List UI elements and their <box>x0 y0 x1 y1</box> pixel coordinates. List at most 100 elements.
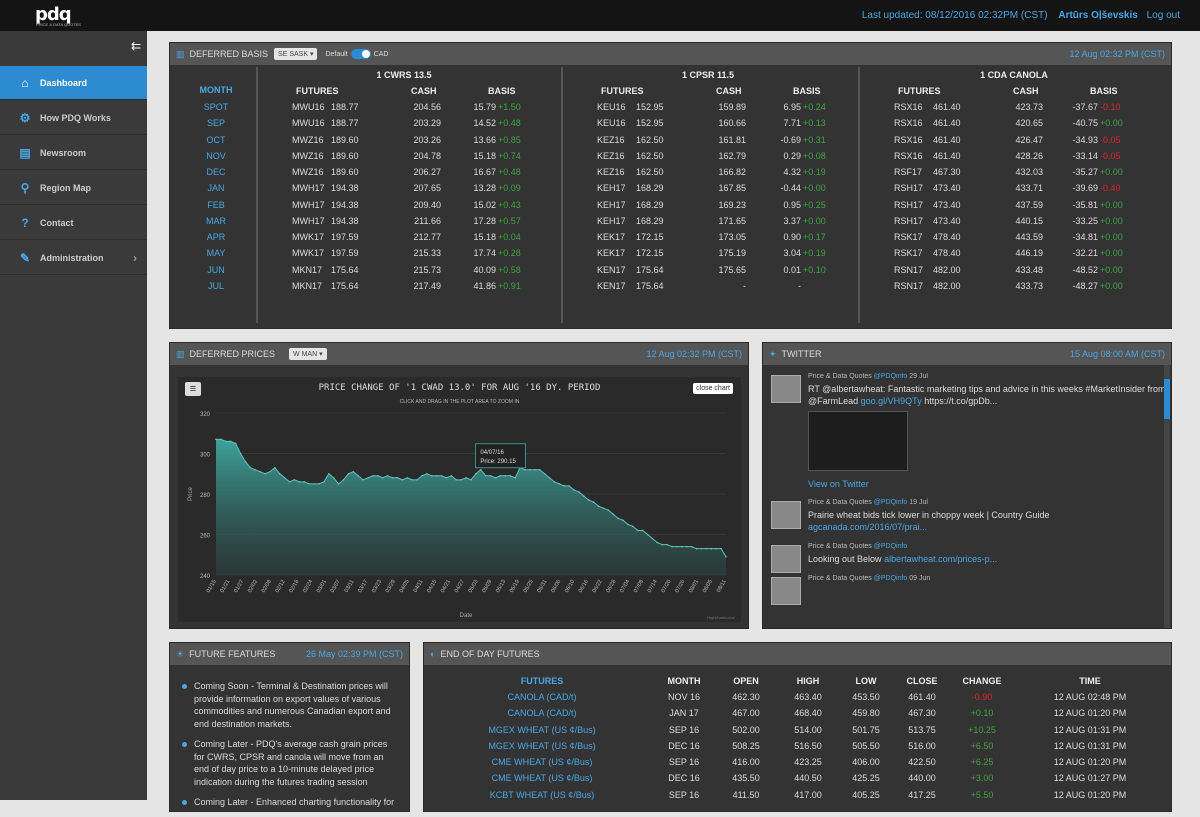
data-point[interactable] <box>303 481 306 483</box>
collapse-sidebar-icon[interactable]: ⇇ <box>131 39 141 53</box>
data-point[interactable] <box>558 483 561 485</box>
data-point[interactable] <box>254 468 257 471</box>
data-point[interactable] <box>411 479 413 481</box>
data-point[interactable] <box>671 545 673 548</box>
data-point[interactable] <box>367 477 369 479</box>
eod-futures-name[interactable]: MGEX WHEAT (US ¢/Bus) <box>482 725 602 735</box>
data-point[interactable] <box>617 517 619 520</box>
tweet-handle[interactable]: @PDQinfo <box>874 575 908 582</box>
data-point[interactable] <box>372 474 374 477</box>
data-point[interactable] <box>499 474 502 477</box>
data-point[interactable] <box>524 468 526 471</box>
nav-how-pdq-works[interactable]: ⚙ How PDQ Works <box>0 101 147 135</box>
data-point[interactable] <box>715 547 717 550</box>
data-point[interactable] <box>484 474 487 477</box>
data-point[interactable] <box>695 547 698 550</box>
data-point[interactable] <box>426 472 428 475</box>
data-point[interactable] <box>676 545 678 548</box>
data-point[interactable] <box>318 483 320 485</box>
nav-region-map[interactable]: ⚲ Region Map <box>0 171 147 205</box>
logout-link[interactable]: Log out <box>1147 10 1180 21</box>
data-point[interactable] <box>274 466 276 469</box>
currency-toggle[interactable] <box>350 49 371 59</box>
data-point[interactable] <box>278 472 281 475</box>
nav-dashboard[interactable]: ⌂ Dashboard <box>0 66 147 100</box>
data-point[interactable] <box>656 541 659 544</box>
data-point[interactable] <box>475 472 477 475</box>
data-point[interactable] <box>377 474 379 477</box>
data-point[interactable] <box>514 477 516 479</box>
data-point[interactable] <box>666 543 668 546</box>
data-point[interactable] <box>465 477 467 479</box>
data-point[interactable] <box>538 468 541 471</box>
data-point[interactable] <box>573 489 575 491</box>
data-point[interactable] <box>578 491 580 493</box>
data-point[interactable] <box>401 479 404 481</box>
data-point[interactable] <box>450 474 453 477</box>
data-point[interactable] <box>440 474 443 477</box>
data-point[interactable] <box>381 477 384 479</box>
region-select[interactable]: W MAN ▾ <box>289 348 327 360</box>
user-name-link[interactable]: Artūrs Oļševskis <box>1058 10 1138 21</box>
data-point[interactable] <box>308 483 310 485</box>
data-point[interactable] <box>509 474 512 477</box>
nav-contact[interactable]: ? Contact <box>0 206 147 240</box>
data-point[interactable] <box>612 513 615 516</box>
data-point[interactable] <box>406 477 409 479</box>
region-select[interactable]: SE SASK ▾ <box>274 48 318 60</box>
data-point[interactable] <box>455 479 458 481</box>
data-point[interactable] <box>288 481 291 483</box>
data-point[interactable] <box>244 460 247 463</box>
data-point[interactable] <box>327 472 330 475</box>
data-point[interactable] <box>239 452 242 455</box>
chart-container[interactable]: ≡ PRICE CHANGE OF '1 CWAD 13.0' FOR AUG … <box>178 377 741 622</box>
tweet-handle[interactable]: @PDQinfo <box>874 543 908 550</box>
eod-futures-name[interactable]: KCBT WHEAT (US ¢/Bus) <box>482 790 602 800</box>
data-point[interactable] <box>313 483 315 485</box>
data-point[interactable] <box>597 505 600 507</box>
data-point[interactable] <box>504 474 507 477</box>
data-point[interactable] <box>690 545 693 548</box>
data-point[interactable] <box>259 470 261 473</box>
data-point[interactable] <box>396 477 399 479</box>
data-point[interactable] <box>553 481 556 483</box>
data-point[interactable] <box>416 479 418 481</box>
data-point[interactable] <box>725 555 727 558</box>
tweet-handle[interactable]: @PDQinfo <box>874 373 908 380</box>
data-point[interactable] <box>220 438 222 441</box>
data-point[interactable] <box>700 547 703 550</box>
data-point[interactable] <box>681 545 683 548</box>
eod-futures-name[interactable]: CME WHEAT (US ¢/Bus) <box>482 773 602 783</box>
tweet-link[interactable]: goo.gl/VH9QTy <box>861 396 922 406</box>
data-point[interactable] <box>563 485 565 487</box>
data-point[interactable] <box>543 472 546 475</box>
data-point[interactable] <box>636 529 639 532</box>
data-point[interactable] <box>362 479 364 481</box>
data-point[interactable] <box>347 472 350 475</box>
data-point[interactable] <box>269 470 271 473</box>
eod-futures-name[interactable]: CANOLA (CAD/t) <box>482 708 602 718</box>
data-point[interactable] <box>627 523 629 526</box>
tweet-link[interactable]: agcanada.com/2016/07/prai... <box>808 522 927 532</box>
data-point[interactable] <box>391 477 394 479</box>
data-point[interactable] <box>430 474 433 477</box>
data-point[interactable] <box>332 477 335 479</box>
data-point[interactable] <box>602 507 605 509</box>
data-point[interactable] <box>582 495 585 497</box>
data-point[interactable] <box>661 543 664 546</box>
data-point[interactable] <box>710 547 713 550</box>
data-point[interactable] <box>632 525 634 528</box>
data-point[interactable] <box>435 474 438 477</box>
eod-futures-name[interactable]: CME WHEAT (US ¢/Bus) <box>482 757 602 767</box>
nav-newsroom[interactable]: ▤ Newsroom <box>0 136 147 170</box>
tweet-image[interactable] <box>808 411 908 471</box>
data-point[interactable] <box>283 477 286 479</box>
price-chart[interactable]: 240 260 280 300 320 01/15 01/21 01/27 02/02 02/08… <box>178 377 741 622</box>
data-point[interactable] <box>470 479 472 481</box>
data-point[interactable] <box>494 477 497 479</box>
data-point[interactable] <box>568 485 570 487</box>
data-point[interactable] <box>529 468 531 471</box>
tweet-scrollbar[interactable] <box>1164 365 1170 628</box>
tweet-handle[interactable]: @PDQinfo <box>874 499 908 506</box>
data-point[interactable] <box>298 481 301 483</box>
